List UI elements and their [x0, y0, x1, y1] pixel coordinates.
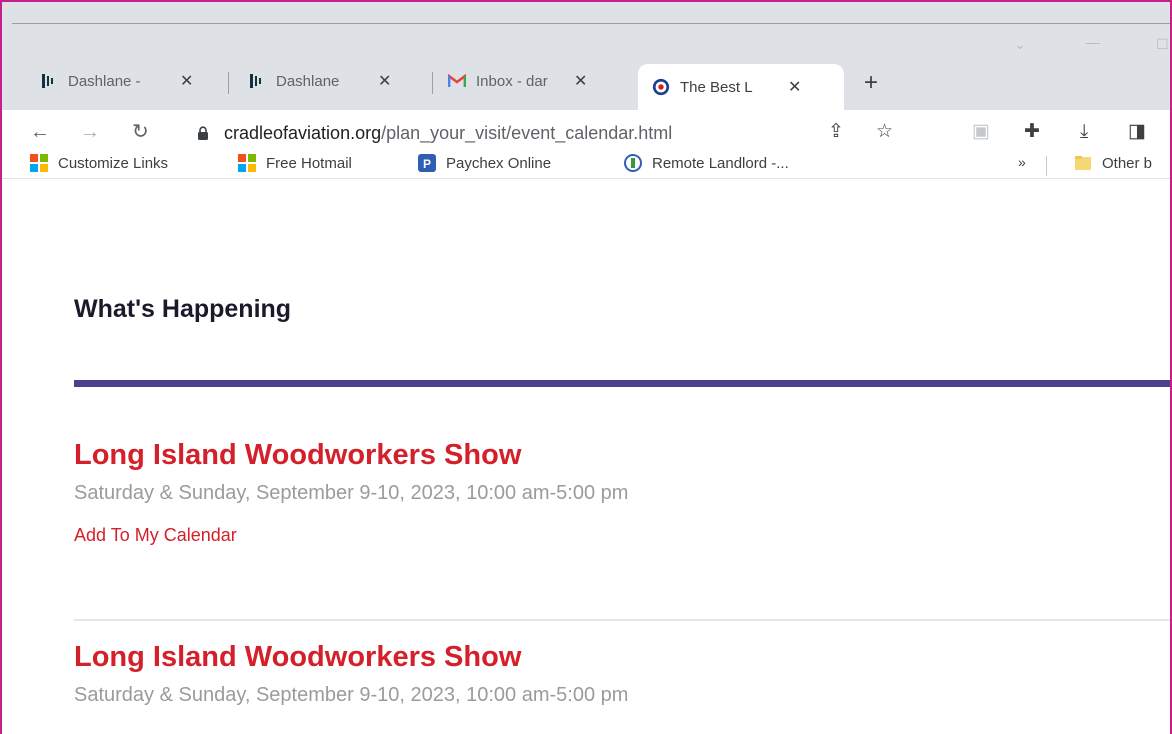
tab-label: Dashlane: [276, 72, 340, 90]
tab-dashlane-2[interactable]: Dashlane ✕: [248, 64, 422, 98]
bookmark-free-hotmail[interactable]: Free Hotmail: [238, 154, 352, 172]
event-date: Saturday & Sunday, September 9-10, 2023,…: [74, 482, 629, 504]
maximize-icon[interactable]: ☐: [1156, 36, 1169, 53]
toolbar: ← → ↻ cradleofaviation.org/plan_your_vis…: [2, 110, 1170, 156]
paychex-icon: P: [418, 154, 436, 172]
bookmarks-divider: [1046, 156, 1047, 176]
share-icon[interactable]: ⇪: [828, 122, 844, 142]
back-icon[interactable]: ←: [30, 122, 50, 142]
bookmark-label: Other b: [1102, 154, 1153, 172]
svg-text:P: P: [423, 157, 431, 171]
bookmark-label: Remote Landlord -...: [652, 154, 789, 172]
gmail-icon: [448, 72, 466, 90]
bookmarks-bar: Customize Links Free Hotmail P Paychex O…: [2, 152, 1170, 179]
bookmark-customize-links[interactable]: Customize Links: [30, 154, 168, 172]
title-strip: [2, 2, 1170, 24]
close-icon[interactable]: ✕: [788, 77, 801, 97]
star-icon[interactable]: ☆: [876, 122, 893, 142]
url-domain: cradleofaviation.org: [224, 122, 382, 143]
tab-label: Inbox - dar: [476, 72, 548, 90]
bookmark-label: Free Hotmail: [266, 154, 352, 172]
site-icon: [652, 78, 670, 96]
event-date: Saturday & Sunday, September 9-10, 2023,…: [74, 684, 629, 706]
tab-label: Dashlane -: [68, 72, 141, 90]
remote-landlord-icon: [624, 154, 642, 172]
forward-icon[interactable]: →: [80, 122, 100, 142]
close-icon[interactable]: ✕: [574, 71, 587, 91]
dashlane-icon: [40, 72, 58, 90]
bookmark-label: Paychex Online: [446, 154, 552, 172]
reload-icon[interactable]: ↻: [132, 122, 149, 142]
lock-icon: [198, 126, 208, 140]
tab-bar: Dashlane - ✕ Dashlane ✕ Inbox - dar ✕ Th: [2, 24, 1170, 112]
windows-icon: [238, 154, 256, 172]
tab-label: The Best L: [680, 78, 753, 96]
close-icon[interactable]: ✕: [180, 71, 193, 91]
minimize-icon[interactable]: —: [1086, 34, 1100, 50]
bookmark-paychex[interactable]: P Paychex Online: [418, 154, 551, 172]
new-tab-button[interactable]: +: [864, 71, 878, 95]
add-to-calendar-link[interactable]: Add To My Calendar: [74, 525, 628, 546]
event-divider: [74, 619, 1170, 621]
section-divider: [74, 380, 1170, 387]
side-panel-icon[interactable]: ◨: [1128, 122, 1146, 142]
puzzle-icon[interactable]: ✚: [1024, 122, 1040, 142]
other-bookmarks-folder[interactable]: Other b: [1074, 154, 1152, 172]
bookmark-label: Customize Links: [58, 154, 169, 172]
bookmark-remote-landlord[interactable]: Remote Landlord -...: [624, 154, 789, 172]
page-content: What's Happening Long Island Woodworkers…: [2, 179, 1170, 734]
windows-icon: [30, 154, 48, 172]
event-item: Long Island Woodworkers Show Saturday & …: [74, 641, 628, 707]
event-title-link[interactable]: Long Island Woodworkers Show: [74, 641, 628, 674]
url-path: /plan_your_visit/event_calendar.html: [381, 122, 673, 143]
close-icon[interactable]: ✕: [378, 71, 391, 91]
event-item: Long Island Woodworkers Show Saturday & …: [74, 439, 628, 546]
event-title-link[interactable]: Long Island Woodworkers Show: [74, 439, 628, 472]
download-icon[interactable]: ⤓: [1080, 122, 1088, 142]
tab-the-best[interactable]: The Best L ✕: [638, 64, 844, 110]
page-title: What's Happening: [74, 295, 292, 323]
bookmarks-overflow-button[interactable]: »: [1018, 154, 1026, 170]
tab-gmail[interactable]: Inbox - dar ✕: [448, 64, 624, 98]
browser-window: Dashlane - ✕ Dashlane ✕ Inbox - dar ✕ Th: [0, 0, 1172, 734]
dashlane-icon: [248, 72, 266, 90]
chevron-down-icon[interactable]: ⌄: [1014, 36, 1026, 53]
extension-icon[interactable]: ▣: [972, 122, 990, 142]
tab-dashlane-1[interactable]: Dashlane - ✕: [40, 64, 216, 98]
folder-icon: [1075, 156, 1091, 170]
tab-separator: [228, 72, 229, 94]
tab-separator: [432, 72, 433, 94]
